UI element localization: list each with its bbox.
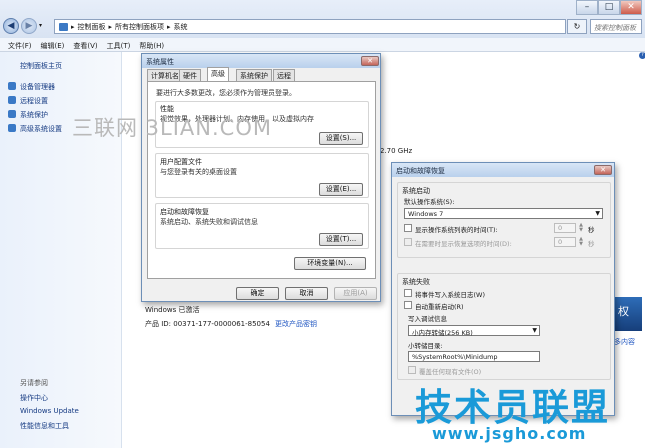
- breadcrumb-control-panel[interactable]: 控制面板: [78, 22, 106, 32]
- tab-computer-name[interactable]: 计算机名: [147, 69, 183, 81]
- startup-recovery-settings-button[interactable]: 设置(T)...: [319, 233, 363, 246]
- close-window-button[interactable]: ✕: [620, 0, 642, 15]
- breadcrumb-system[interactable]: 系统: [174, 22, 188, 32]
- refresh-button[interactable]: ↻: [567, 19, 587, 34]
- show-os-list-checkbox[interactable]: [404, 224, 412, 232]
- sidebar-item-remote[interactable]: 远程设置: [8, 96, 48, 106]
- os-list-seconds-input[interactable]: 0: [554, 223, 576, 233]
- maximize-button[interactable]: □: [598, 0, 620, 15]
- history-dropdown-icon[interactable]: ▾: [39, 22, 42, 29]
- minimize-button[interactable]: –: [576, 0, 598, 15]
- overwrite-label: 覆盖任何现有文件(O): [419, 368, 482, 376]
- shield-icon: [8, 110, 16, 118]
- help-icon[interactable]: ?: [639, 52, 645, 59]
- debug-info-label: 写入调试信息: [408, 315, 447, 323]
- menu-file[interactable]: 文件(F): [4, 38, 37, 51]
- tab-panel: 要进行大多数更改，您必须作为管理员登录。 性能 视觉效果，处理器计划，内存使用，…: [147, 81, 376, 279]
- ok-button[interactable]: 确定: [236, 287, 279, 300]
- forward-button[interactable]: ▶: [21, 18, 37, 34]
- change-key-link[interactable]: 更改产品密钥: [275, 319, 317, 329]
- user-profiles-title: 用户配置文件: [160, 158, 202, 166]
- close-icon[interactable]: ✕: [361, 56, 379, 66]
- menu-help[interactable]: 帮助(H): [135, 38, 169, 51]
- activation-status: Windows 已激活: [145, 306, 200, 314]
- breadcrumb-separator: ▸: [108, 22, 113, 31]
- performance-settings-button[interactable]: 设置(S)...: [319, 132, 363, 145]
- menu-edit[interactable]: 编辑(E): [37, 38, 70, 51]
- product-id: 产品 ID: 00371-177-0000061-85054: [145, 320, 270, 328]
- seconds-unit: 秒: [588, 226, 595, 234]
- environment-variables-button[interactable]: 环境变量(N)...: [294, 257, 366, 270]
- breadcrumb-separator: ▸: [167, 22, 171, 31]
- search-input[interactable]: 搜索控制面板: [590, 19, 642, 34]
- default-os-select[interactable]: Windows 7 ▼: [404, 208, 603, 219]
- seconds-unit: 秒: [588, 240, 595, 248]
- write-event-checkbox[interactable]: [404, 289, 412, 297]
- recovery-seconds-input[interactable]: 0: [554, 237, 576, 247]
- spin-arrows-icon[interactable]: ▲ ▼: [577, 237, 585, 247]
- tab-advanced[interactable]: 高级: [207, 67, 229, 81]
- auto-restart-checkbox[interactable]: [404, 301, 412, 309]
- address-bar[interactable]: ▸ 控制面板 ▸ 所有控制面板项 ▸ 系统: [54, 19, 566, 34]
- sidebar-item-protection[interactable]: 系统保护: [8, 110, 48, 120]
- close-icon[interactable]: ✕: [594, 165, 612, 175]
- menu-view[interactable]: 查看(V): [69, 38, 102, 51]
- chevron-down-icon: ▼: [595, 210, 600, 217]
- shield-icon: [8, 96, 16, 104]
- apply-button[interactable]: 应用(A): [334, 287, 377, 300]
- startup-recovery-title: 启动和故障恢复: [160, 208, 209, 216]
- back-button[interactable]: ◀: [3, 18, 19, 34]
- failure-group-title: 系统失败: [402, 278, 430, 286]
- menu-tools[interactable]: 工具(T): [103, 38, 136, 51]
- tab-hardware[interactable]: 硬件: [179, 69, 201, 81]
- chevron-down-icon: ▼: [532, 327, 537, 334]
- write-event-label: 将事件写入系统日志(W): [415, 291, 485, 299]
- tab-system-protection[interactable]: 系统保护: [236, 69, 272, 81]
- startup-recovery-desc: 系统启动、系统失败和调试信息: [160, 218, 258, 226]
- see-also-performance[interactable]: 性能信息和工具: [20, 421, 69, 431]
- sidebar-item-device-manager[interactable]: 设备管理器: [8, 82, 55, 92]
- breadcrumb-all-items[interactable]: 所有控制面板项: [115, 22, 164, 32]
- watermark-url: www.jsgho.com: [432, 424, 587, 443]
- show-recovery-checkbox[interactable]: [404, 238, 412, 246]
- dump-dir-label: 小转储目录:: [408, 342, 443, 350]
- default-os-label: 默认操作系统(S):: [404, 198, 455, 206]
- dump-dir-input[interactable]: %SystemRoot%\Minidump: [408, 351, 540, 362]
- user-profiles-desc: 与您登录有关的桌面设置: [160, 168, 237, 176]
- user-profiles-group: 用户配置文件 与您登录有关的桌面设置 设置(E)...: [155, 153, 369, 198]
- cancel-button[interactable]: 取消: [285, 287, 328, 300]
- menu-bar: 文件(F) 编辑(E) 查看(V) 工具(T) 帮助(H): [0, 38, 645, 52]
- dialog-title: 系统属性: [142, 54, 380, 68]
- boot-group: 系统启动 默认操作系统(S): Windows 7 ▼ 显示操作系统列表的时间(…: [397, 182, 611, 258]
- shield-icon: [8, 124, 16, 132]
- shield-icon: [8, 82, 16, 90]
- user-profiles-settings-button[interactable]: 设置(E)...: [319, 183, 363, 196]
- see-also-title: 另请参阅: [20, 379, 48, 387]
- admin-note: 要进行大多数更改，您必须作为管理员登录。: [156, 89, 296, 97]
- watermark-brand: 技术员联盟: [415, 386, 610, 429]
- boot-group-title: 系统启动: [402, 187, 430, 195]
- see-also-windows-update[interactable]: Windows Update: [20, 407, 79, 415]
- show-os-list-label: 显示操作系统列表的时间(T):: [415, 226, 498, 234]
- overwrite-checkbox[interactable]: [408, 366, 416, 374]
- watermark-3lian: 三联网 3LIAN.COM: [72, 116, 272, 140]
- cpu-speed: 2.70 GHz: [380, 147, 413, 155]
- show-recovery-label: 在需要时显示恢复选项的时间(D):: [415, 240, 512, 248]
- dialog-title: 启动和故障恢复: [392, 163, 614, 177]
- startup-recovery-group: 启动和故障恢复 系统启动、系统失败和调试信息 设置(T)...: [155, 203, 369, 249]
- see-also-action-center[interactable]: 操作中心: [20, 393, 48, 403]
- spin-arrows-icon[interactable]: ▲ ▼: [577, 223, 585, 233]
- auto-restart-label: 自动重新启动(R): [415, 303, 464, 311]
- more-online-link[interactable]: 多内容: [614, 337, 635, 347]
- breadcrumb-separator: ▸: [71, 22, 75, 31]
- failure-group: 系统失败 将事件写入系统日志(W) 自动重新启动(R) 写入调试信息 小内存转储…: [397, 273, 611, 380]
- control-panel-icon: [59, 22, 68, 31]
- dump-type-select[interactable]: 小内存转储(256 KB) ▼: [408, 325, 540, 337]
- sidebar-item-advanced[interactable]: 高级系统设置: [8, 124, 62, 134]
- system-properties-dialog: 系统属性 ✕ 计算机名 硬件 高级 系统保护 远程 要进行大多数更改，您必须作为…: [141, 53, 381, 302]
- tab-remote[interactable]: 远程: [273, 69, 295, 81]
- sidebar-home-link[interactable]: 控制面板主页: [20, 61, 62, 71]
